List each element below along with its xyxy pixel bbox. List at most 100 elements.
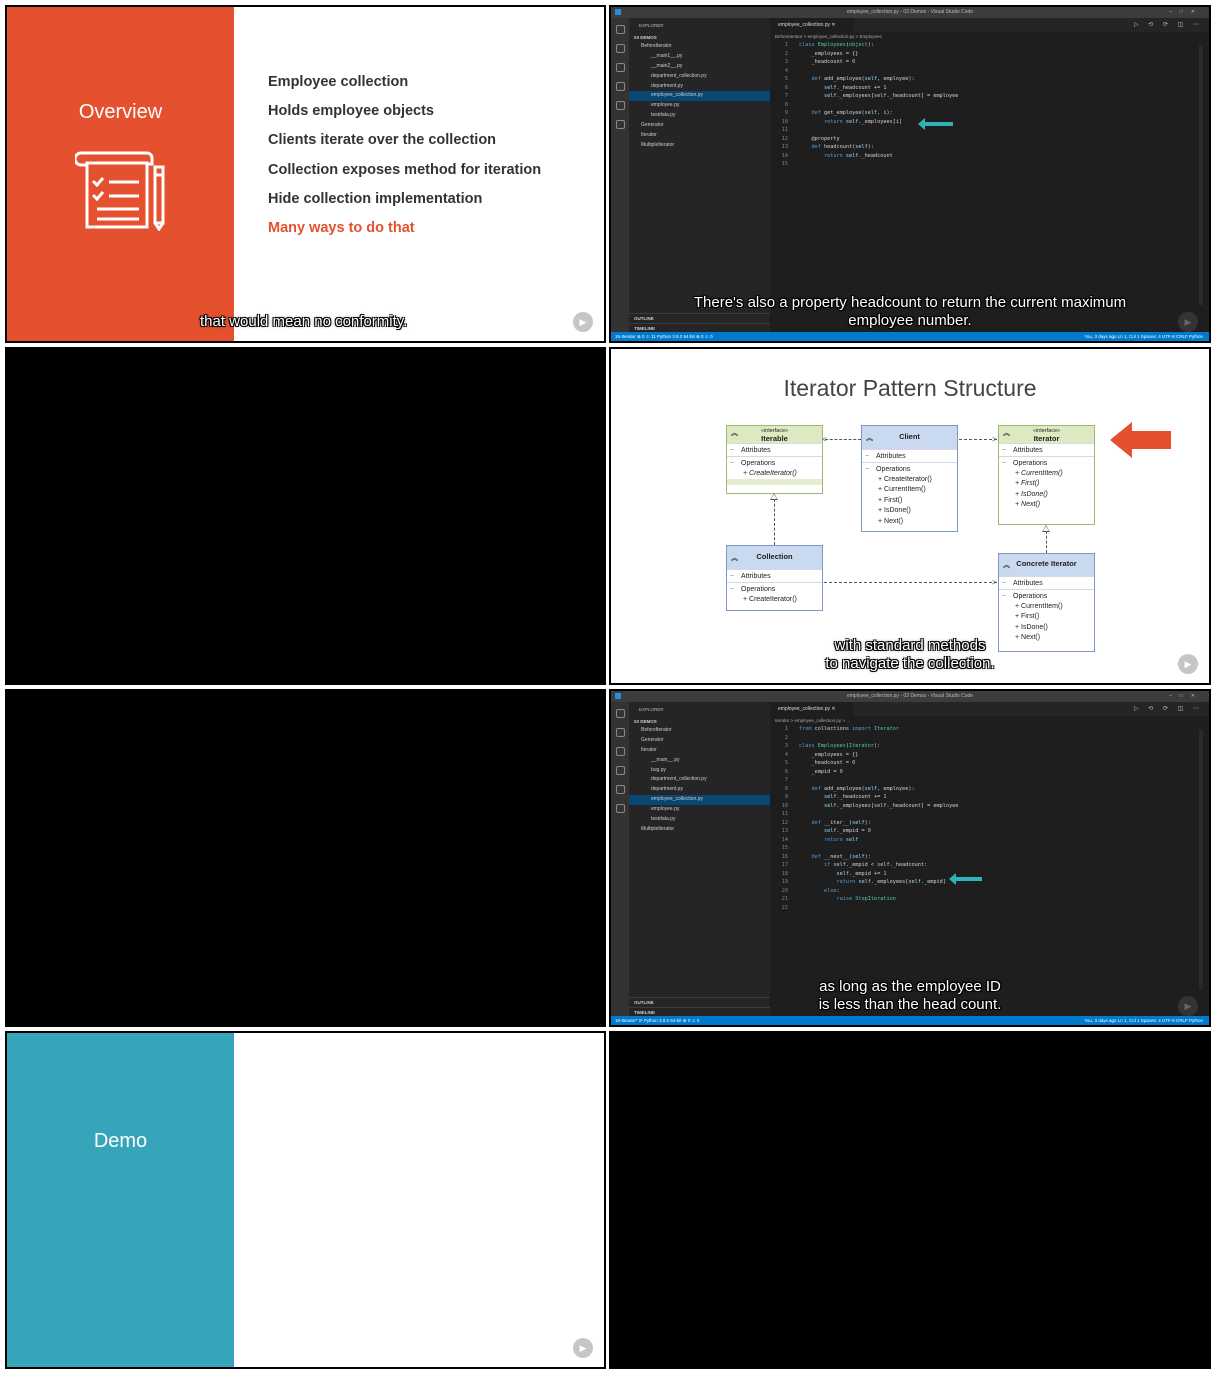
breadcrumb[interactable]: BeforeIterator > employee_collection.py …	[775, 34, 882, 39]
tree-item[interactable]: BeforeIterator	[629, 726, 770, 736]
activity-bar	[611, 702, 629, 1016]
tree-item[interactable]: department_collection.py	[629, 72, 770, 82]
search-icon[interactable]	[615, 44, 625, 53]
operation: + First()	[878, 496, 903, 504]
tree-item[interactable]: department_collection.py	[629, 775, 770, 785]
code-line: 10 return self._employees[i]	[781, 118, 903, 125]
scrollbar[interactable]	[1199, 729, 1203, 989]
collapse-icon: ︽	[731, 555, 738, 562]
remote-icon[interactable]	[615, 120, 625, 129]
tree-item[interactable]: bug.py	[629, 766, 770, 776]
code-line: 2	[784, 734, 788, 741]
uml-slide: Iterator Pattern Structure ︽ «interface» I…	[609, 347, 1211, 685]
code-editor[interactable]: 1 from collections import Iterator 2 3 cla…	[770, 725, 1209, 912]
uml-header: ︽ Concrete Iterator	[999, 554, 1094, 576]
overview-title: Overview	[78, 101, 163, 123]
breadcrumb[interactable]: Iterator > employee_collection.py > ...	[775, 718, 850, 723]
status-left[interactable]: 15-Iterator* ⟳ Python 3.9.2 64-bit ⊗ 0 ⚠…	[615, 1018, 699, 1023]
realization-triangle-icon	[770, 493, 778, 500]
extensions-icon[interactable]	[615, 82, 625, 91]
tree-item[interactable]: Iterator	[629, 131, 770, 141]
play-icon[interactable]: ▶	[1178, 996, 1198, 1016]
code-line: 14 return self._headcount	[781, 152, 893, 159]
status-right[interactable]: You, 3 days ago Ln 1, Col 1 Spaces: 4 UT…	[1084, 332, 1203, 341]
editor-tab-active[interactable]: employee_collection.py ✕	[770, 702, 854, 716]
blank-video-frame	[5, 347, 606, 685]
test-icon[interactable]	[615, 785, 625, 794]
workspace-folder[interactable]: 03 DEMOS	[629, 33, 770, 42]
window-controls[interactable]: –□✕	[1169, 691, 1203, 702]
code-line: 5 _headcount = 0	[784, 760, 856, 766]
explorer-icon[interactable]	[615, 709, 625, 718]
editor-actions[interactable]: ▷ ⟲ ⟳ ◫ ⋯	[1134, 18, 1203, 32]
window-controls[interactable]: –□✕	[1169, 7, 1203, 18]
explorer-sidebar: EXPLORER 03 DEMOS BeforeIterator Generat…	[629, 702, 770, 1016]
operation: + First()	[1015, 613, 1040, 621]
source-control-icon[interactable]	[615, 747, 625, 756]
code-line: 4 _employees = {}	[784, 751, 859, 758]
blank-video-frame	[5, 689, 606, 1027]
tree-item[interactable]: MultipleIterator	[629, 825, 770, 835]
tab-label: employee_collection.py	[778, 706, 830, 712]
search-icon[interactable]	[615, 728, 625, 737]
editor-tab-active[interactable]: employee_collection.py ✕	[770, 18, 854, 32]
tree-item[interactable]: __main__.py	[629, 756, 770, 766]
tree-item[interactable]: testdata.py	[629, 815, 770, 825]
remote-icon[interactable]	[615, 804, 625, 813]
tree-item[interactable]: department.py	[629, 785, 770, 795]
creates-line	[824, 582, 997, 583]
collapse-icon: ︽	[731, 430, 738, 437]
tree-item[interactable]: __main2__.py	[629, 62, 770, 72]
tree-item[interactable]: MultipleIterator	[629, 141, 770, 151]
code-line: 9 def get_employee(self, i):	[784, 110, 893, 116]
demo-slide: Demo ▶	[5, 1031, 606, 1369]
bullet-holds-objects: Holds employee objects	[268, 103, 434, 120]
caption: There's also a property headcount to ret…	[611, 294, 1209, 330]
source-control-icon[interactable]	[615, 63, 625, 72]
uml-header: ︽ Collection	[727, 546, 822, 569]
tree-item[interactable]: __main1__.py	[629, 52, 770, 62]
operations-section: Operations	[727, 456, 822, 469]
workspace-folder[interactable]: 03 DEMOS	[629, 717, 770, 726]
extensions-icon[interactable]	[615, 766, 625, 775]
vscode-logo-icon	[615, 693, 621, 699]
tree-item[interactable]: department.py	[629, 82, 770, 92]
caption-line: There's also a property headcount to ret…	[693, 294, 1127, 311]
editor-actions[interactable]: ▷ ⟲ ⟳ ◫ ⋯	[1134, 702, 1203, 716]
tree-item[interactable]: testdata.py	[629, 111, 770, 121]
status-right[interactable]: You, 3 days ago Ln 1, Col 1 Spaces: 4 UT…	[1084, 1016, 1203, 1025]
operation: + CreateIterator()	[878, 476, 932, 483]
tree-item-selected[interactable]: employee_collection.py	[629, 795, 770, 806]
code-line: 3 class Employees(Iterator):	[784, 743, 881, 749]
demo-accent-panel: Demo	[7, 1033, 234, 1367]
tree-item[interactable]: Generator	[629, 736, 770, 746]
operation: + CurrentItem()	[1015, 603, 1063, 610]
tree-item[interactable]: employee.py	[629, 101, 770, 111]
test-icon[interactable]	[615, 101, 625, 110]
code-line: 11	[781, 811, 788, 817]
explorer-icon[interactable]	[615, 25, 625, 34]
collapse-icon: ︽	[866, 435, 873, 442]
tree-item[interactable]: Iterator	[629, 746, 770, 756]
explorer-header: EXPLORER	[639, 707, 664, 712]
scrollbar[interactable]	[1199, 45, 1203, 305]
code-line: 1 class Employees(object):	[784, 42, 874, 48]
operation: + IsDone()	[1015, 623, 1048, 631]
code-editor[interactable]: 1 class Employees(object): 2 _employees =…	[770, 41, 1209, 169]
operation: + CreateIterator()	[743, 470, 797, 477]
tree-item[interactable]: Generator	[629, 121, 770, 131]
overview-slide: Overview Employee collection Holds emplo…	[5, 5, 606, 343]
checklist-icon	[75, 151, 165, 231]
play-icon[interactable]: ▶	[1178, 312, 1198, 332]
status-left[interactable]: 15-Iterator ⊗ 0 ⚠ 11 Python 3.9.2 64-bit…	[615, 334, 713, 339]
tree-item[interactable]: employee.py	[629, 805, 770, 815]
tab-label: employee_collection.py	[778, 22, 830, 28]
tree-item-selected[interactable]: employee_collection.py	[629, 91, 770, 102]
play-icon[interactable]: ▶	[1178, 654, 1198, 674]
play-icon[interactable]: ▶	[573, 312, 593, 332]
tree-item[interactable]: BeforeIterator	[629, 42, 770, 52]
code-line: 9 self._headcount += 1	[784, 794, 887, 800]
play-icon[interactable]: ▶	[573, 1338, 593, 1358]
arrowhead-right-icon: >	[992, 578, 997, 587]
arrowhead-left-icon: <	[822, 435, 827, 444]
